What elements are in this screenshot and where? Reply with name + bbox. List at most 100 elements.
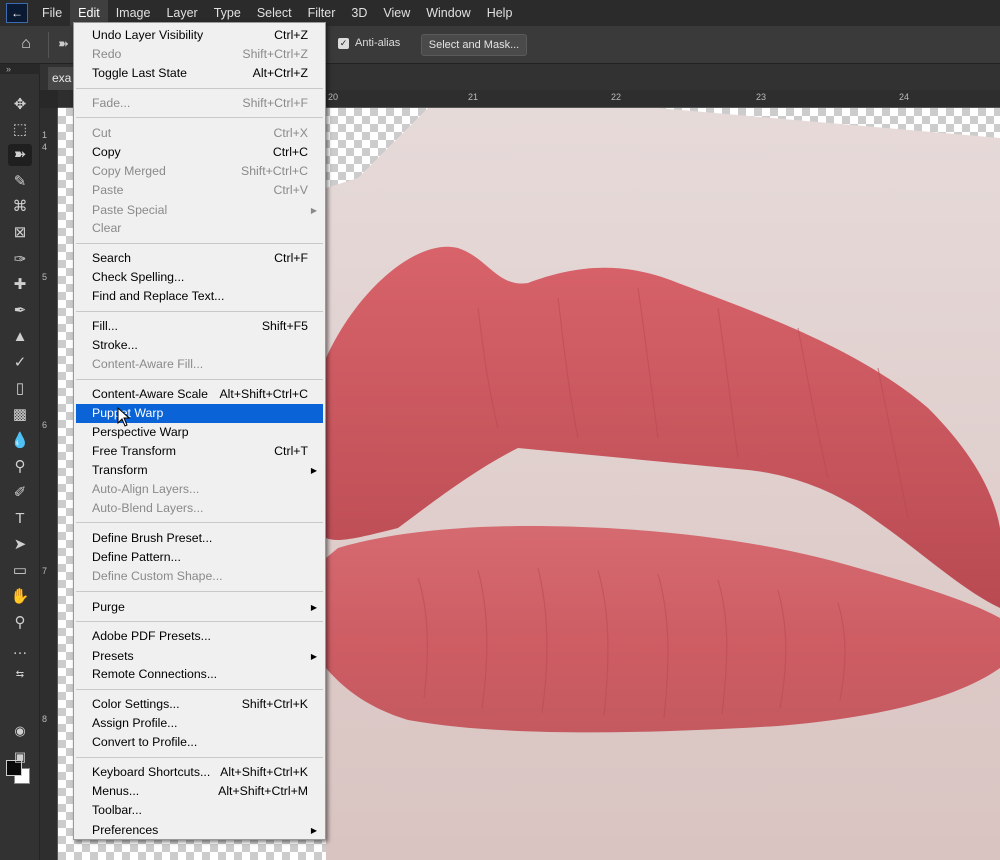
menu-item-undo-layer-visibility[interactable]: Undo Layer Visibility Ctrl+Z — [76, 26, 323, 45]
ruler-label: 7 — [42, 566, 48, 576]
lasso-tool-icon[interactable]: ➽ — [8, 144, 32, 166]
ruler-label: 4 — [42, 142, 48, 152]
clone-stamp-icon[interactable]: ▲ — [8, 326, 32, 348]
menu-item-shortcut: Ctrl+V — [273, 183, 308, 197]
menu-help[interactable]: Help — [479, 0, 521, 26]
menu-item-define-brush-preset[interactable]: Define Brush Preset... — [76, 529, 323, 548]
menu-item-toolbar[interactable]: Toolbar... — [76, 801, 323, 820]
submenu-arrow-icon: ▶ — [310, 652, 317, 661]
hand-tool-icon[interactable]: ✋ — [8, 586, 32, 608]
eraser-icon[interactable]: ▯ — [8, 378, 32, 400]
menu-item-copy[interactable]: Copy Ctrl+C — [76, 143, 323, 162]
select-and-mask-button[interactable]: Select and Mask... — [421, 34, 527, 56]
menu-separator — [76, 621, 323, 622]
menu-item-content-aware-scale[interactable]: Content-Aware Scale Alt+Shift+Ctrl+C — [76, 385, 323, 404]
history-brush-icon[interactable]: ✓ — [8, 352, 32, 374]
menu-item-fade[interactable]: Fade... Shift+Ctrl+F — [76, 94, 323, 113]
menu-item-remote-connections[interactable]: Remote Connections... — [76, 665, 323, 684]
tools-panel: ✥ ⬚ ➽ ✎ ⌘ ⊠ ✑ ✚ ✒ ▲ ✓ ▯ ▩ 💧 ⚲ ✐ T ➤ ▭ ✋ … — [0, 74, 40, 860]
menu-item-clear[interactable]: Clear — [76, 219, 323, 238]
menu-item-define-custom-shape[interactable]: Define Custom Shape... — [76, 567, 323, 586]
crop-tool-icon[interactable]: ⌘ — [8, 196, 32, 218]
menu-item-content-aware-fill[interactable]: Content-Aware Fill... — [76, 355, 323, 374]
frame-tool-icon[interactable]: ⊠ — [8, 222, 32, 244]
menu-item-adobe-pdf-presets[interactable]: Adobe PDF Presets... — [76, 627, 323, 646]
screen-mode-icon[interactable]: ▣ — [8, 746, 32, 768]
menu-item-assign-profile[interactable]: Assign Profile... — [76, 714, 323, 733]
menu-item-stroke[interactable]: Stroke... — [76, 336, 323, 355]
pen-tool-icon[interactable]: ✐ — [8, 482, 32, 504]
menu-item-label: Define Pattern... — [92, 550, 181, 564]
submenu-arrow-icon: ▶ — [310, 603, 317, 612]
menu-item-fill[interactable]: Fill... Shift+F5 — [76, 317, 323, 336]
menu-item-purge[interactable]: Purge ▶ — [76, 598, 323, 617]
swap-colors-icon[interactable]: ⇆ — [8, 664, 32, 686]
menu-separator — [76, 379, 323, 380]
menu-item-convert-to-profile[interactable]: Convert to Profile... — [76, 733, 323, 752]
menu-item-label: Clear — [92, 221, 122, 235]
menu-item-toggle-last-state[interactable]: Toggle Last State Alt+Ctrl+Z — [76, 64, 323, 83]
menu-item-copy-merged[interactable]: Copy Merged Shift+Ctrl+C — [76, 162, 323, 181]
home-icon[interactable]: ⌂ — [15, 35, 37, 55]
menu-view[interactable]: View — [375, 0, 418, 26]
menu-item-paste[interactable]: Paste Ctrl+V — [76, 181, 323, 200]
checkbox-icon[interactable]: ✓ — [338, 37, 349, 49]
menu-item-label: Toolbar... — [92, 803, 142, 817]
marquee-tool-icon[interactable]: ⬚ — [8, 119, 32, 141]
menu-item-auto-blend-layers[interactable]: Auto-Blend Layers... — [76, 499, 323, 518]
menu-item-label: Auto-Align Layers... — [92, 482, 200, 496]
menu-item-shortcut: Shift+F5 — [261, 319, 308, 333]
menu-item-keyboard-shortcuts[interactable]: Keyboard Shortcuts... Alt+Shift+Ctrl+K — [76, 763, 323, 782]
menu-file[interactable]: File — [34, 0, 70, 26]
zoom-tool-icon[interactable]: ⚲ — [8, 612, 32, 634]
healing-brush-icon[interactable]: ✚ — [8, 274, 32, 296]
menu-item-color-settings[interactable]: Color Settings... Shift+Ctrl+K — [76, 695, 323, 714]
menu-item-label: Cut — [92, 126, 112, 140]
move-tool-icon[interactable]: ✥ — [8, 94, 32, 116]
more-tools-icon[interactable]: … — [8, 639, 32, 661]
quick-mask-icon[interactable]: ◉ — [8, 720, 32, 742]
panel-collapse-icon[interactable]: » — [0, 64, 40, 74]
dodge-icon[interactable]: ⚲ — [8, 456, 32, 478]
menu-item-paste-special[interactable]: Paste Special ▶ — [76, 201, 323, 220]
gradient-icon[interactable]: ▩ — [8, 404, 32, 426]
rectangle-tool-icon[interactable]: ▭ — [8, 560, 32, 582]
menu-separator — [76, 88, 323, 89]
menu-item-label: Content-Aware Fill... — [92, 357, 204, 371]
menu-separator — [76, 522, 323, 523]
ruler-label: 22 — [611, 92, 622, 102]
menu-item-preferences[interactable]: Preferences ▶ — [76, 821, 323, 840]
blur-icon[interactable]: 💧 — [8, 430, 32, 452]
antialias-option[interactable]: ✓ Anti-alias — [338, 37, 400, 49]
path-selection-icon[interactable]: ➤ — [8, 534, 32, 556]
menu-item-puppet-warp[interactable]: Puppet Warp — [76, 404, 323, 423]
brush-tool-icon[interactable]: ✒ — [8, 300, 32, 322]
menu-item-free-transform[interactable]: Free Transform Ctrl+T — [76, 442, 323, 461]
ruler-label: 6 — [42, 420, 48, 430]
menu-window[interactable]: Window — [418, 0, 478, 26]
menu-item-menus[interactable]: Menus... Alt+Shift+Ctrl+M — [76, 782, 323, 801]
menu-item-shortcut: Alt+Shift+Ctrl+M — [218, 784, 308, 798]
menu-item-presets[interactable]: Presets ▶ — [76, 647, 323, 666]
photoshop-back-icon[interactable]: ← — [0, 0, 34, 26]
menu-3d[interactable]: 3D — [343, 0, 375, 26]
menu-separator — [76, 591, 323, 592]
menu-item-auto-align-layers[interactable]: Auto-Align Layers... — [76, 480, 323, 499]
menu-item-perspective-warp[interactable]: Perspective Warp — [76, 423, 323, 442]
type-tool-icon[interactable]: T — [8, 508, 32, 530]
eyedropper-icon[interactable]: ✑ — [8, 249, 32, 271]
menu-item-label: Copy Merged — [92, 164, 166, 178]
menu-separator — [76, 311, 323, 312]
menu-item-search[interactable]: Search Ctrl+F — [76, 249, 323, 268]
menu-item-label: Content-Aware Scale — [92, 387, 208, 401]
submenu-arrow-icon: ▶ — [310, 466, 317, 475]
ruler-label: 8 — [42, 714, 48, 724]
menu-item-redo[interactable]: Redo Shift+Ctrl+Z — [76, 45, 323, 64]
menu-item-find-replace[interactable]: Find and Replace Text... — [76, 287, 323, 306]
menu-item-check-spelling[interactable]: Check Spelling... — [76, 268, 323, 287]
menu-item-transform[interactable]: Transform ▶ — [76, 461, 323, 480]
quick-selection-icon[interactable]: ✎ — [8, 171, 32, 193]
menu-item-cut[interactable]: Cut Ctrl+X — [76, 124, 323, 143]
menu-item-shortcut: Ctrl+Z — [274, 28, 308, 42]
menu-item-define-pattern[interactable]: Define Pattern... — [76, 548, 323, 567]
